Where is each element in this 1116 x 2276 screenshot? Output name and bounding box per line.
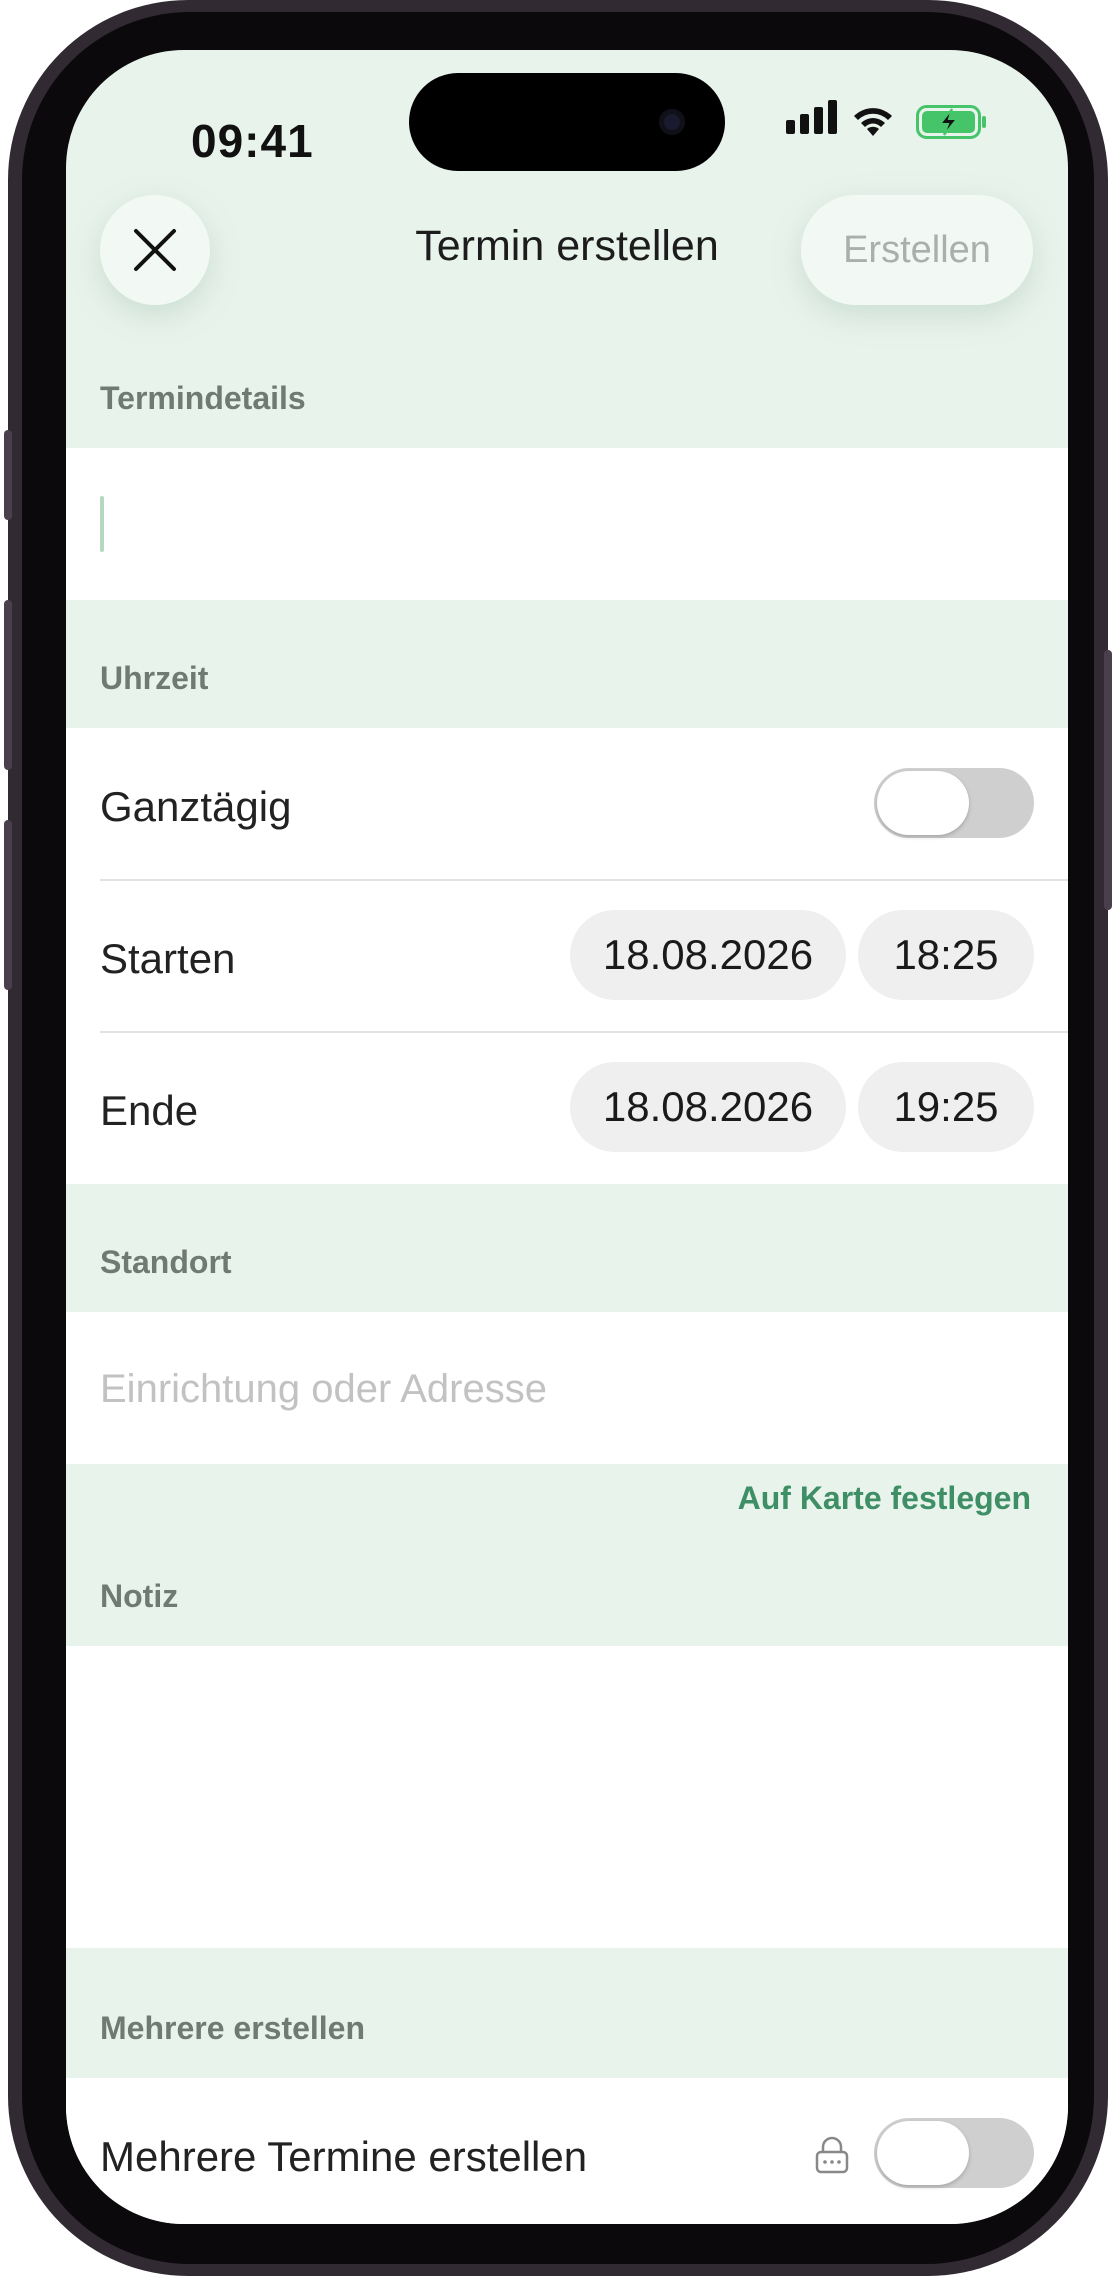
multiple-label: Mehrere Termine erstellen [100,2133,588,2180]
time-group: Ganztägig Starten 18.08.2026 18:25 Ende … [66,728,1068,1184]
status-time: 09:41 [191,115,314,167]
battery-charging-icon [916,105,986,139]
end-time-picker[interactable]: 19:25 [858,1062,1034,1152]
section-heading-location: Standort [100,1244,232,1280]
camera-icon [659,109,685,135]
power-button [1104,650,1112,910]
phone-frame: 09:41 Termin erstellen Erstellen Termind… [4,0,1112,2276]
section-heading-time: Uhrzeit [100,660,209,696]
set-on-map-link[interactable]: Auf Karte festlegen [738,1480,1031,1517]
multiple-toggle[interactable] [874,2118,1034,2188]
multiple-row: Mehrere Termine erstellen [66,2078,1068,2224]
note-input[interactable] [66,1646,1068,1948]
start-date-picker[interactable]: 18.08.2026 [570,910,846,1000]
lock-icon [815,2136,849,2174]
divider [100,1031,1068,1033]
wifi-icon [854,108,892,136]
dynamic-island [409,73,725,171]
screen: 09:41 Termin erstellen Erstellen Termind… [66,50,1068,2224]
text-caret [100,496,104,552]
start-time-picker[interactable]: 18:25 [858,910,1034,1000]
location-input[interactable]: Einrichtung oder Adresse [66,1312,1068,1464]
all-day-label: Ganztägig [100,783,292,830]
volume-down-button [4,820,12,990]
location-placeholder: Einrichtung oder Adresse [100,1367,547,1411]
create-button[interactable]: Erstellen [801,195,1033,305]
section-heading-note: Notiz [100,1578,179,1614]
all-day-toggle[interactable] [874,768,1034,838]
end-date-picker[interactable]: 18.08.2026 [570,1062,846,1152]
title-input[interactable] [66,448,1068,600]
section-heading-details: Termindetails [100,380,306,416]
section-heading-multiple: Mehrere erstellen [100,2010,366,2046]
mute-switch [4,430,12,520]
volume-up-button [4,600,12,770]
start-label: Starten [100,935,236,982]
divider [100,879,1068,881]
end-label: Ende [100,1087,199,1134]
